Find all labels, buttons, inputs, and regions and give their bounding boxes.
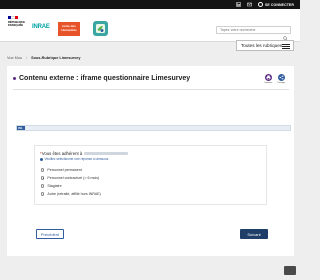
question-help: Veuillez sélectionner une réponse ci-des… bbox=[40, 157, 108, 161]
question-help-text: Veuillez sélectionner une réponse ci-des… bbox=[44, 157, 109, 161]
next-button[interactable]: Suivant bbox=[240, 229, 268, 239]
account-icon bbox=[257, 2, 263, 7]
print-label: Imprimer bbox=[264, 82, 273, 84]
site-header: RÉPUBLIQUE FRANÇAISE INRAE école des Hum… bbox=[0, 9, 300, 42]
redacted-text bbox=[84, 152, 129, 156]
search-input[interactable] bbox=[220, 28, 280, 32]
breadcrumb-item-home[interactable]: Vue Mou bbox=[7, 56, 22, 60]
app-logo[interactable] bbox=[93, 21, 108, 36]
linkedin-icon[interactable] bbox=[235, 2, 241, 7]
breadcrumb: Vue Mou / Sous-Rubrique Limesurvey bbox=[7, 56, 81, 60]
answer-option-label: Stagiaire bbox=[47, 184, 62, 188]
main-content: Contenu externe : iframe questionnaire L… bbox=[7, 66, 294, 256]
answer-option[interactable]: Personnel permanent bbox=[41, 166, 101, 174]
question-text: Vous êtes adhérent à bbox=[41, 151, 83, 156]
share-button[interactable]: Partager bbox=[277, 74, 286, 86]
all-sections-menu-button[interactable]: Toutes les rubriques bbox=[236, 40, 294, 51]
radio-button[interactable] bbox=[41, 168, 45, 172]
answer-option-label: Personnel contractuel (> 6 mois) bbox=[47, 176, 100, 180]
question-title: *Vous êtes adhérent à bbox=[40, 151, 129, 156]
rf-logo-text: RÉPUBLIQUE FRANÇAISE bbox=[8, 21, 26, 27]
share-label: Partager bbox=[277, 82, 286, 84]
answer-options: Personnel permanent Personnel contractuel… bbox=[41, 166, 101, 198]
search-field[interactable] bbox=[216, 26, 291, 41]
title-divider bbox=[13, 89, 289, 90]
page-title-text: Contenu externe : iframe questionnaire L… bbox=[19, 75, 191, 82]
previous-button[interactable]: Précédent bbox=[36, 229, 64, 239]
progress-label: 0% bbox=[18, 126, 23, 130]
all-sections-label: Toutes les rubriques bbox=[241, 43, 283, 48]
answer-option-label: Autre (retraité, affilié hors INRAE) bbox=[47, 192, 101, 196]
answer-option-label: Personnel permanent bbox=[47, 168, 82, 172]
breadcrumb-separator: / bbox=[26, 56, 28, 60]
login-link[interactable]: SE CONNECTER bbox=[257, 2, 294, 7]
radio-button[interactable] bbox=[41, 176, 45, 180]
title-bullet-icon bbox=[13, 77, 16, 80]
french-flag-icon bbox=[8, 16, 18, 19]
share-icon bbox=[278, 74, 285, 81]
answer-option[interactable]: Stagiaire bbox=[41, 182, 101, 190]
newsletter-icon[interactable] bbox=[247, 2, 252, 7]
scroll-to-top-icon[interactable] bbox=[284, 266, 296, 275]
ecole-logo[interactable]: école des Humanités bbox=[58, 22, 80, 36]
top-utility-bar: SE CONNECTER bbox=[0, 0, 300, 9]
answer-option[interactable]: Personnel contractuel (> 6 mois) bbox=[41, 174, 101, 182]
radio-button[interactable] bbox=[41, 192, 45, 196]
radio-button[interactable] bbox=[41, 184, 45, 188]
login-label: SE CONNECTER bbox=[264, 2, 294, 7]
breadcrumb-item-current: Sous-Rubrique Limesurvey bbox=[31, 56, 81, 60]
page-title: Contenu externe : iframe questionnaire L… bbox=[13, 75, 190, 82]
hamburger-icon bbox=[282, 43, 290, 49]
survey-progress-bar: 0% bbox=[16, 125, 291, 131]
info-icon bbox=[40, 157, 43, 161]
inrae-logo[interactable]: INRAE bbox=[32, 24, 50, 30]
print-icon bbox=[265, 74, 272, 81]
search-icon[interactable] bbox=[283, 28, 288, 41]
question-block: *Vous êtes adhérent à Veuillez sélection… bbox=[34, 145, 267, 205]
print-button[interactable]: Imprimer bbox=[264, 74, 273, 86]
answer-option[interactable]: Autre (retraité, affilié hors INRAE) bbox=[41, 190, 101, 198]
republique-francaise-logo[interactable]: RÉPUBLIQUE FRANÇAISE bbox=[8, 16, 30, 36]
